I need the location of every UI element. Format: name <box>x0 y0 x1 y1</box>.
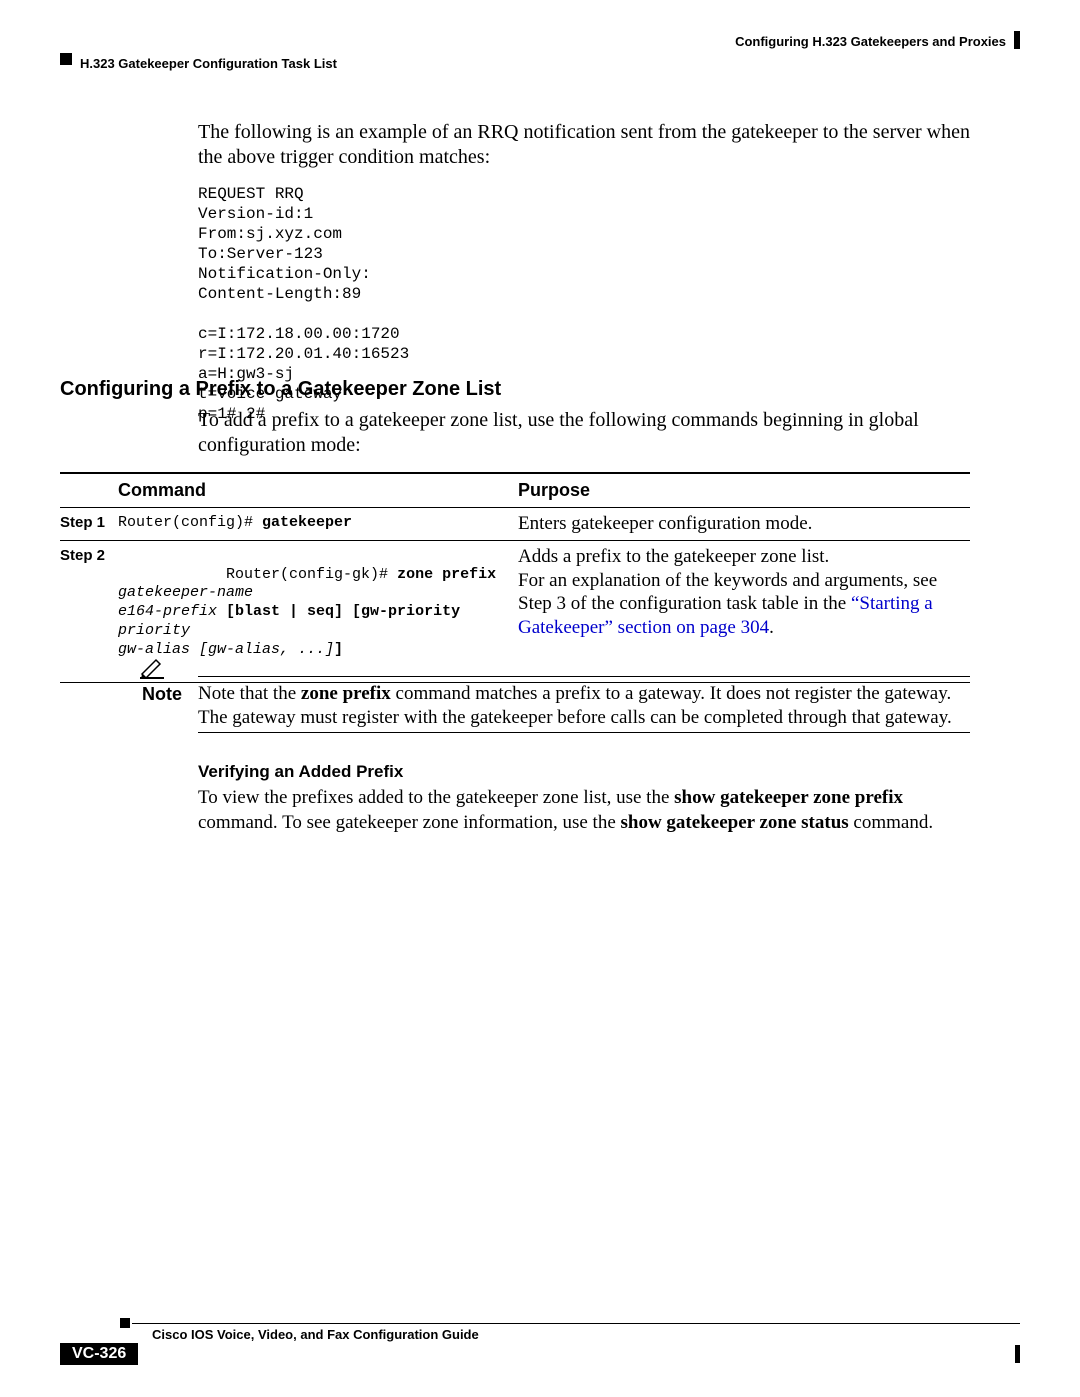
step-label: Step 1 <box>60 508 118 541</box>
section-intro: To add a prefix to a gatekeeper zone lis… <box>198 408 970 458</box>
command-cell: Router(config-gk)# zone prefix gatekeepe… <box>118 540 518 682</box>
subsection-heading: Verifying an Added Prefix <box>198 762 403 782</box>
header-marker-right <box>1014 31 1020 49</box>
cmd-prompt: Router(config-gk)# <box>226 566 397 583</box>
footer-marker-right <box>1015 1345 1020 1363</box>
purpose-line: Adds a prefix to the gatekeeper zone lis… <box>518 545 962 569</box>
section-title: H.323 Gatekeeper Configuration Task List <box>80 56 337 71</box>
section-heading: Configuring a Prefix to a Gatekeeper Zon… <box>60 378 501 401</box>
cmd-keyword: ] <box>334 641 343 658</box>
table-row: Step 2 Router(config-gk)# zone prefix ga… <box>60 540 970 682</box>
table-header-row: Command Purpose <box>60 473 970 508</box>
purpose-line: For an explanation of the keywords and a… <box>518 569 962 640</box>
note-text: Note that the zone prefix command matche… <box>198 682 970 730</box>
verify-paragraph: To view the prefixes added to the gateke… <box>198 786 970 835</box>
footer-rule <box>132 1323 1020 1324</box>
purpose-cell: Enters gatekeeper configuration mode. <box>518 508 970 541</box>
col-command: Command <box>118 473 518 508</box>
note-label: Note <box>142 684 182 705</box>
chapter-title: Configuring H.323 Gatekeepers and Proxie… <box>735 34 1006 49</box>
command-name: show gatekeeper zone status <box>621 812 849 833</box>
note-rule-bottom <box>198 732 970 733</box>
header-marker-left <box>60 53 72 65</box>
cmd-keyword: gatekeeper <box>262 514 352 531</box>
page: Configuring H.323 Gatekeepers and Proxie… <box>0 0 1080 1397</box>
cmd-prompt: Router(config)# <box>118 514 262 531</box>
page-footer: Cisco IOS Voice, Video, and Fax Configur… <box>60 1317 1020 1367</box>
text-span: To view the prefixes added to the gateke… <box>198 787 674 808</box>
col-step <box>60 473 118 508</box>
step-label: Step 2 <box>60 540 118 682</box>
cmd-keyword: [blast | seq] [gw-priority <box>217 603 460 620</box>
col-purpose: Purpose <box>518 473 970 508</box>
command-name: show gatekeeper zone prefix <box>674 787 903 808</box>
intro-paragraph: The following is an example of an RRQ no… <box>198 120 970 170</box>
command-table: Command Purpose Step 1 Router(config)# g… <box>60 472 970 683</box>
text-span: command. To see gatekeeper zone informat… <box>198 812 621 833</box>
note-text-span: Note that the <box>198 683 301 704</box>
text-span: command. <box>849 812 933 833</box>
command-cell: Router(config)# gatekeeper <box>118 508 518 541</box>
purpose-text: . <box>769 617 774 638</box>
cmd-keyword: zone prefix <box>397 566 496 583</box>
purpose-cell: Adds a prefix to the gatekeeper zone lis… <box>518 540 970 682</box>
note-rule-top <box>198 676 970 677</box>
page-number-badge: VC-326 <box>60 1343 138 1365</box>
guide-title: Cisco IOS Voice, Video, and Fax Configur… <box>152 1327 479 1342</box>
note-bold: zone prefix <box>301 683 391 704</box>
table-row: Step 1 Router(config)# gatekeeper Enters… <box>60 508 970 541</box>
footer-marker-square <box>120 1318 130 1328</box>
